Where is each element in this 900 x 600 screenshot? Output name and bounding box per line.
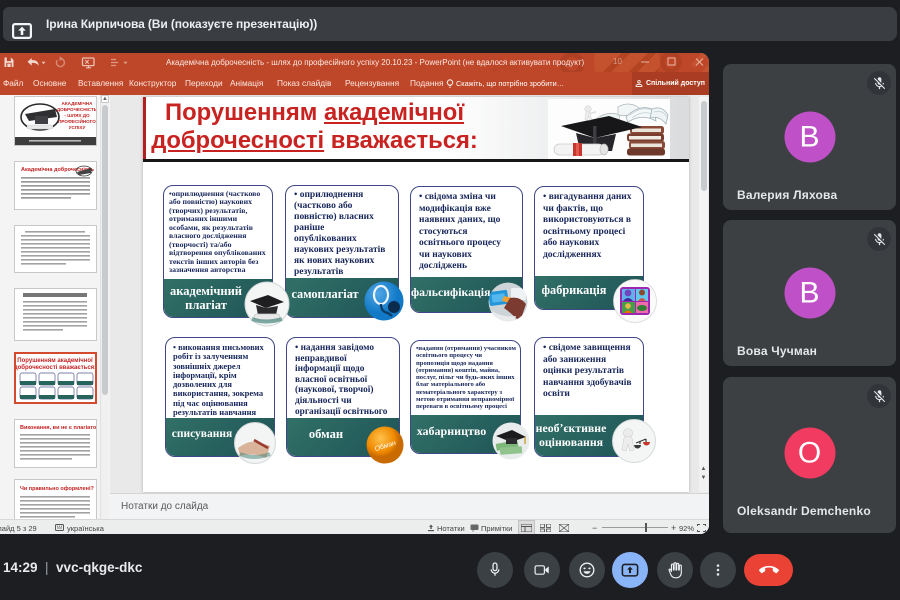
svg-text:УСПІХУ: УСПІХУ: [69, 125, 86, 130]
svg-text:- ШЛЯХ ДО: - ШЛЯХ ДО: [64, 113, 90, 118]
svg-text:Порушенням академічної: Порушенням академічної: [17, 358, 93, 364]
svg-text:ДОБРОЧЕСНІСТЬ: ДОБРОЧЕСНІСТЬ: [57, 107, 96, 112]
svg-text:АКАДЕМІЧНА: АКАДЕМІЧНА: [62, 101, 94, 106]
svg-text:Чи правильно оформлені?: Чи правильно оформлені?: [20, 485, 95, 492]
svg-text:доброчесності вважається:: доброчесності вважається:: [16, 364, 95, 371]
svg-text:Виконання, ви не є плагіатом: Виконання, ви не є плагіатом: [20, 425, 96, 431]
svg-text:10: 10: [613, 57, 622, 66]
svg-text:ПРОФЕСІЙНОГО: ПРОФЕСІЙНОГО: [58, 117, 96, 124]
